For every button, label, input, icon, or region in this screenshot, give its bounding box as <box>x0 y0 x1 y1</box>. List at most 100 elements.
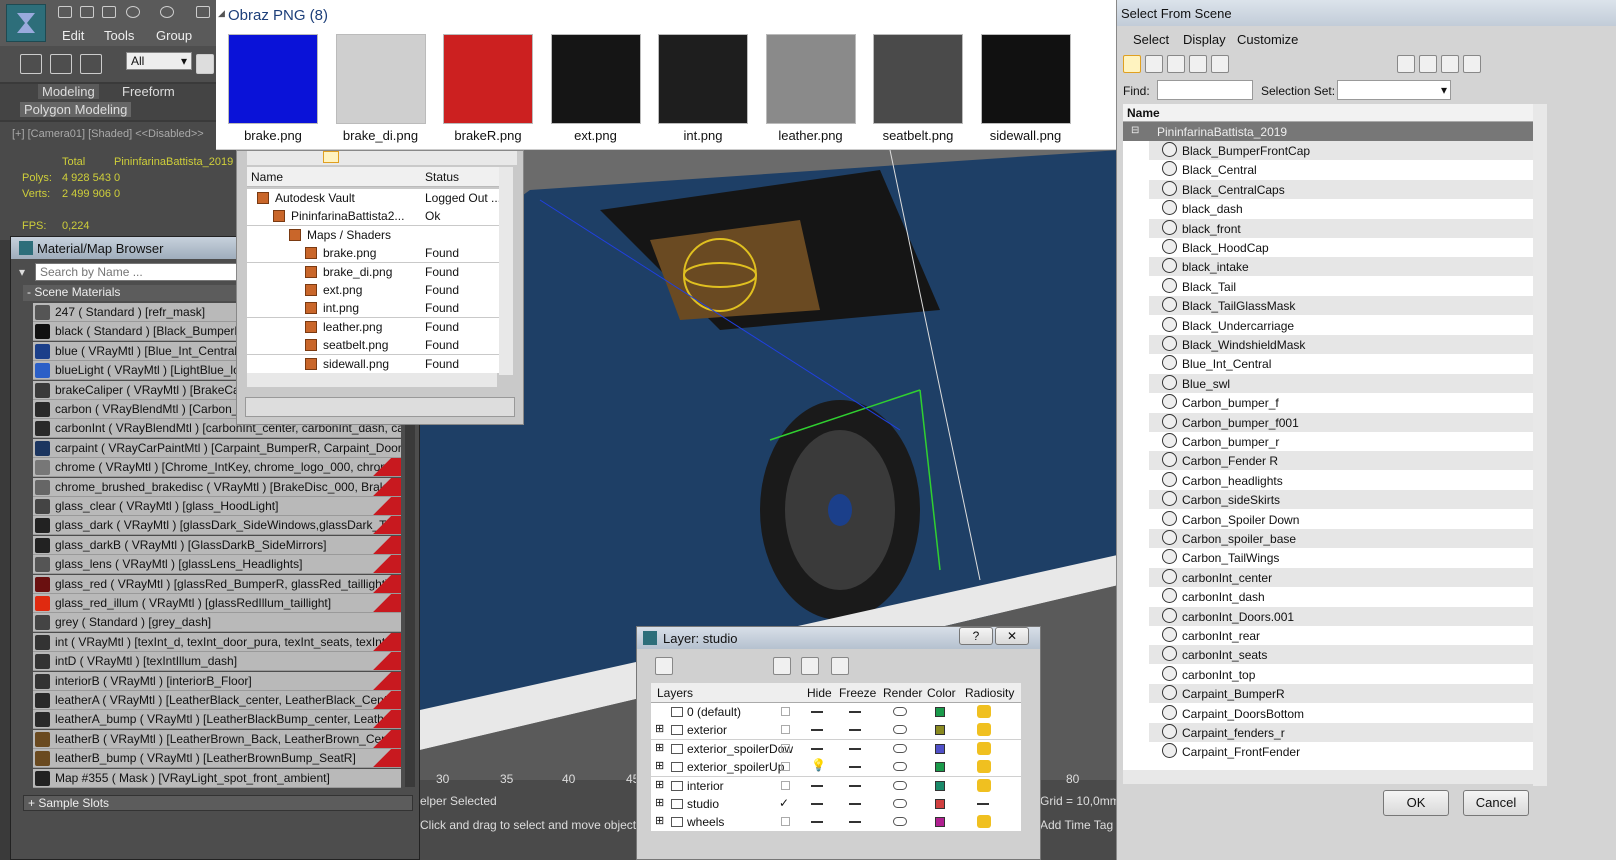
scene-object-row[interactable]: carbonInt_center <box>1149 567 1533 587</box>
save-icon[interactable] <box>102 6 116 18</box>
scene-object-row[interactable]: carbonInt_Doors.001 <box>1149 606 1533 626</box>
col-color[interactable]: Color <box>927 686 956 700</box>
png-filename[interactable]: sidewall.png <box>976 128 1076 143</box>
material-row[interactable]: grey ( Standard ) [grey_dash] <box>33 613 401 633</box>
png-filename[interactable]: int.png <box>653 128 753 143</box>
png-thumbnail[interactable] <box>980 34 1071 124</box>
helpers-filter-icon[interactable] <box>1211 55 1229 73</box>
scene-object-row[interactable]: Black_HoodCap <box>1149 238 1533 257</box>
col-layers[interactable]: Layers <box>657 686 693 700</box>
material-row[interactable]: chrome ( VRayMtl ) [Chrome_IntKey, chrom… <box>33 458 401 478</box>
display-children-icon[interactable] <box>1397 55 1415 73</box>
render-teapot-icon[interactable] <box>893 725 907 735</box>
help-button[interactable]: ? <box>959 627 993 645</box>
layer-color-swatch[interactable] <box>935 707 945 717</box>
col-radiosity[interactable]: Radiosity <box>965 686 1014 700</box>
material-row[interactable]: glass_clear ( VRayMtl ) [glass_HoodLight… <box>33 497 401 516</box>
hide-all-layers-icon[interactable] <box>831 657 849 675</box>
project-folder-icon[interactable] <box>196 6 210 18</box>
scene-object-row[interactable]: Carpaint_FrontFender <box>1149 742 1533 762</box>
scene-object-row[interactable]: Carpaint_BumperR <box>1149 684 1533 704</box>
layer-color-swatch[interactable] <box>935 817 945 828</box>
sfs-titlebar[interactable]: Select From Scene <box>1117 0 1616 26</box>
select-none-icon[interactable] <box>1441 55 1459 73</box>
png-filename[interactable]: leather.png <box>761 128 861 143</box>
scene-object-row[interactable]: Carbon_TailWings <box>1149 548 1533 568</box>
open-file-icon[interactable] <box>80 6 94 18</box>
asset-row[interactable]: sidewall.png Found <box>247 354 499 373</box>
menu-tools[interactable]: Tools <box>104 28 134 43</box>
selection-filter-dropdown[interactable]: All ▾ <box>126 52 192 70</box>
scene-materials-section[interactable]: - Scene Materials <box>23 285 243 301</box>
lights-filter-icon[interactable] <box>1167 55 1185 73</box>
menu-group[interactable]: Group <box>156 28 192 43</box>
asset-vscrollbar[interactable] <box>499 167 513 375</box>
expand-icon[interactable]: ⊞ <box>655 741 664 754</box>
select-layer-icon[interactable] <box>773 657 791 675</box>
scene-object-row[interactable]: Carbon_headlights <box>1149 470 1533 490</box>
scene-object-row[interactable]: Black_TailGlassMask <box>1149 296 1533 316</box>
scene-object-row[interactable]: Black_Tail <box>1149 276 1533 296</box>
radiosity-icon[interactable] <box>977 705 991 718</box>
render-teapot-icon[interactable] <box>893 743 907 753</box>
hide-toggle[interactable] <box>811 729 823 732</box>
scene-object-row[interactable]: Black_BumperFrontCap <box>1149 141 1533 160</box>
asset-row[interactable]: int.png Found <box>247 299 499 318</box>
png-thumbnail[interactable] <box>443 34 533 124</box>
asset-row[interactable]: ext.png Found <box>247 281 499 299</box>
layer-row[interactable]: ⊞ exterior <box>651 721 1021 740</box>
png-thumbnail[interactable] <box>228 34 318 124</box>
find-input[interactable] <box>1157 80 1253 100</box>
scene-object-row[interactable]: Black_CentralCaps <box>1149 179 1533 199</box>
options-dropdown-icon[interactable]: ▾ <box>19 265 25 279</box>
tab-modeling[interactable]: Modeling <box>38 84 99 99</box>
new-file-icon[interactable] <box>58 6 72 18</box>
scene-object-row[interactable]: Black_Central <box>1149 160 1533 180</box>
scene-object-row[interactable]: black_front <box>1149 218 1533 238</box>
png-thumbnail[interactable] <box>765 34 856 124</box>
panel-polygon-modeling[interactable]: Polygon Modeling <box>20 102 132 117</box>
png-thumbnail[interactable] <box>873 34 963 124</box>
radiosity-icon[interactable] <box>977 723 991 737</box>
png-filename[interactable]: brakeR.png <box>438 128 538 143</box>
sfs-scrollbar[interactable] <box>1533 104 1547 786</box>
undo-icon[interactable] <box>126 6 140 18</box>
layer-row[interactable]: ⊞ exterior_spoilerDow <box>651 739 1021 758</box>
material-row[interactable]: glass_dark ( VRayMtl ) [glassDark_SideWi… <box>33 516 401 536</box>
close-button[interactable]: ✕ <box>995 627 1029 645</box>
scene-object-row[interactable]: Carbon_Fender R <box>1149 451 1533 471</box>
layer-color-swatch[interactable] <box>935 799 945 809</box>
cameras-filter-icon[interactable] <box>1189 55 1207 73</box>
scene-object-row[interactable]: carbonInt_seats <box>1149 645 1533 665</box>
active-layer-checkbox[interactable] <box>781 725 790 735</box>
expand-icon[interactable]: ⊞ <box>655 778 664 791</box>
scene-object-row[interactable]: Carbon_bumper_f <box>1149 393 1533 413</box>
hide-lightbulb-icon[interactable]: 💡 <box>811 758 826 772</box>
material-row[interactable]: glass_lens ( VRayMtl ) [glassLens_Headli… <box>33 555 401 575</box>
material-row[interactable]: intD ( VRayMtl ) [texIntIllum_dash] <box>33 652 401 672</box>
root-node[interactable]: ⊟ PininfarinaBattista_2019 <box>1123 122 1533 141</box>
collapse-icon[interactable]: ⊟ <box>1131 125 1139 136</box>
collapse-icon[interactable]: ◢ <box>218 8 225 19</box>
render-teapot-icon[interactable] <box>893 799 907 808</box>
layer-row[interactable]: ⊞ studio ✓ <box>651 795 1021 813</box>
material-row[interactable]: leatherA ( VRayMtl ) [LeatherBlack_cente… <box>33 691 401 710</box>
radiosity-icon[interactable] <box>977 778 991 792</box>
freeze-toggle[interactable] <box>849 766 861 769</box>
layer-color-swatch[interactable] <box>935 780 945 791</box>
png-filename[interactable]: brake.png <box>223 128 323 143</box>
add-time-tag[interactable]: Add Time Tag <box>1040 818 1113 832</box>
active-layer-checkbox[interactable] <box>781 743 790 753</box>
layer-titlebar[interactable]: Layer: studio ? ✕ <box>637 627 1040 649</box>
material-row[interactable]: Map #355 ( Mask ) [VRayLight_spot_front_… <box>33 768 401 788</box>
layer-row[interactable]: ⊞ wheels <box>651 813 1021 832</box>
menu-edit[interactable]: Edit <box>62 28 84 43</box>
freeze-toggle[interactable] <box>849 784 861 787</box>
material-search-input[interactable] <box>35 263 253 281</box>
png-filename[interactable]: seatbelt.png <box>868 128 968 143</box>
expand-icon[interactable]: ⊞ <box>655 796 664 809</box>
col-freeze[interactable]: Freeze <box>839 686 876 700</box>
scene-object-row[interactable]: carbonInt_top <box>1149 664 1533 684</box>
scene-object-row[interactable]: carbonInt_rear <box>1149 626 1533 645</box>
asset-path-field[interactable] <box>245 397 515 417</box>
